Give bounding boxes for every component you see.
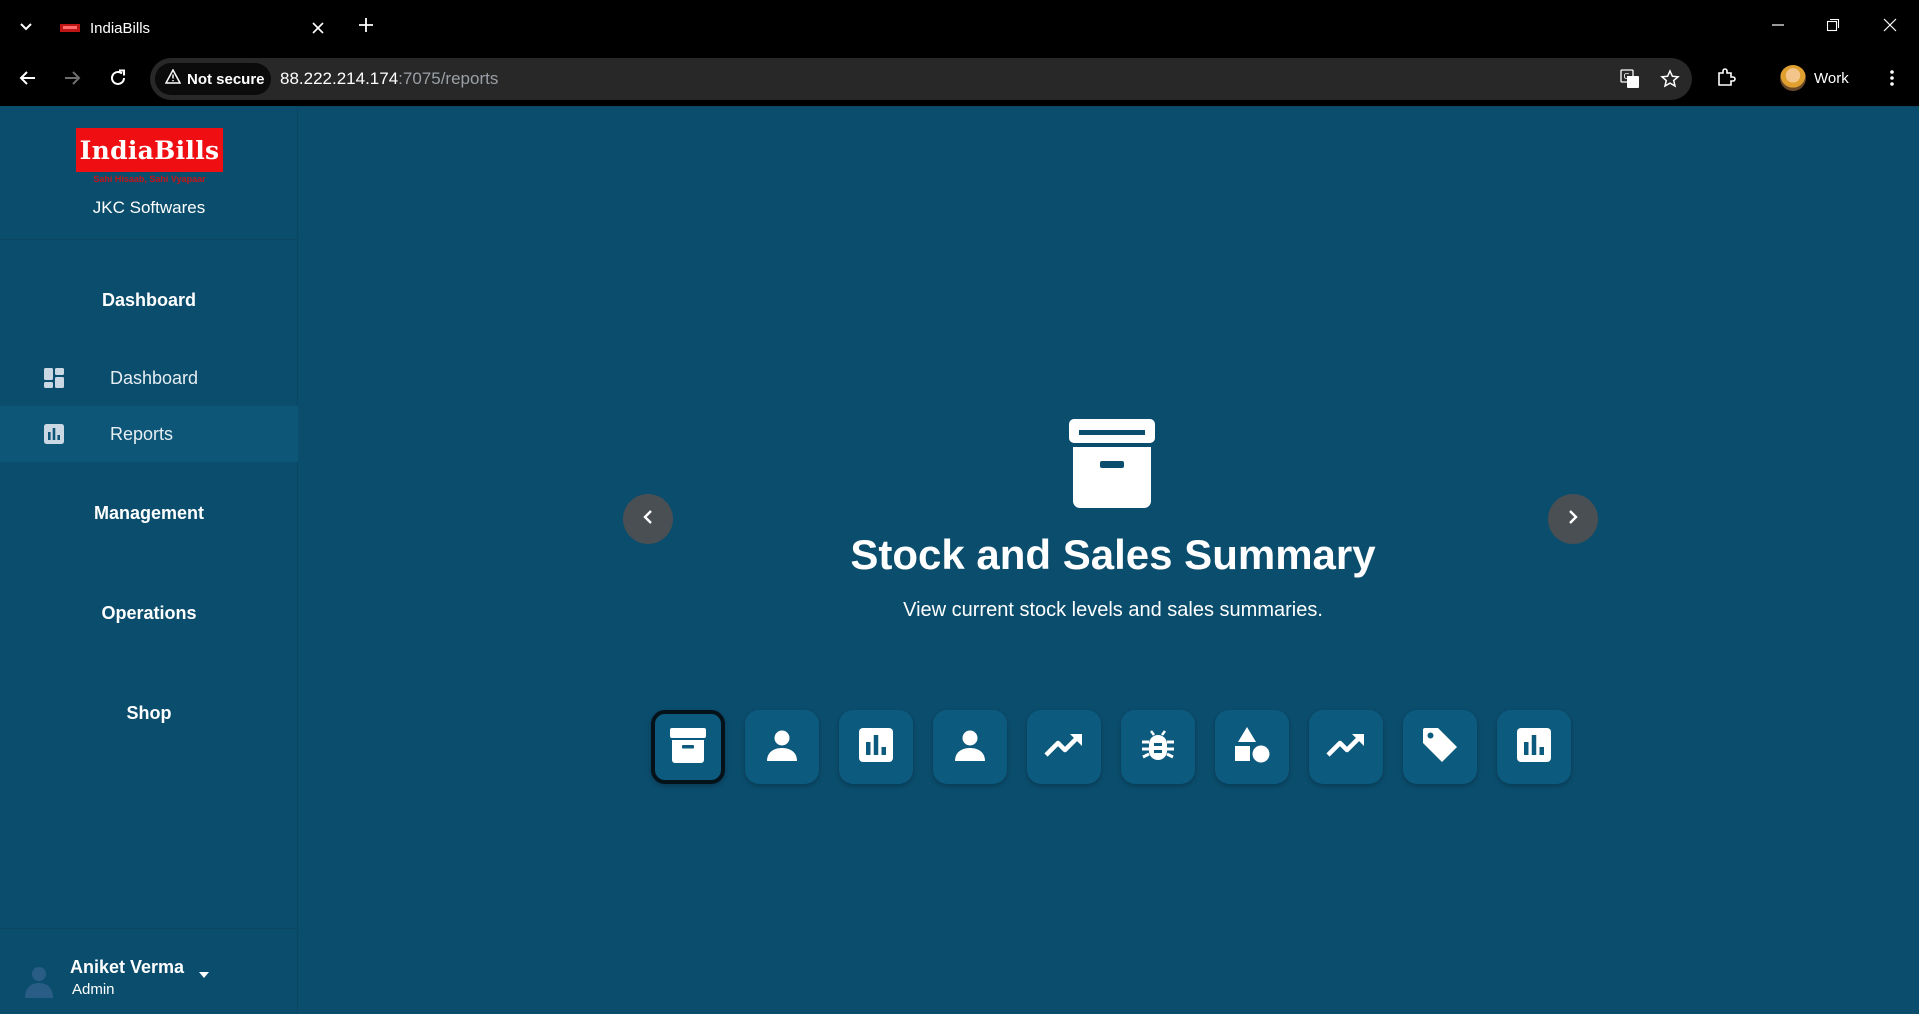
report-button-7[interactable]	[1215, 710, 1289, 784]
profile-avatar	[1780, 65, 1806, 91]
bar-chart-icon	[859, 727, 893, 767]
minimize-icon[interactable]	[1760, 10, 1796, 40]
star-icon[interactable]	[1658, 67, 1682, 91]
menu-icon[interactable]	[1880, 64, 1904, 92]
logo[interactable]: IndiaBills Sahi Hisaab, Sahi Vyapaar	[76, 128, 223, 184]
user-role: Admin	[72, 981, 115, 998]
trending-up-icon	[1326, 732, 1366, 763]
sidebar-item-dashboard[interactable]: Dashboard	[0, 350, 298, 406]
section-shop[interactable]: Shop	[0, 703, 298, 724]
sidebar-item-reports[interactable]: Reports	[0, 406, 298, 462]
plus-icon[interactable]	[354, 13, 378, 37]
bar-chart-icon	[42, 422, 66, 446]
tag-icon	[1421, 726, 1459, 769]
report-button-5[interactable]	[1027, 710, 1101, 784]
url-host: 88.222.214.174	[280, 69, 399, 88]
security-chip[interactable]: Not secure	[155, 63, 271, 95]
report-button-4[interactable]	[933, 710, 1007, 784]
close-icon[interactable]	[308, 18, 328, 38]
user-name: Aniket Verma	[70, 957, 185, 977]
sidebar-item-label: Dashboard	[110, 367, 199, 388]
avatar	[24, 963, 54, 999]
warning-icon	[164, 68, 182, 89]
url-text[interactable]: 88.222.214.174:7075/reports	[280, 69, 498, 89]
report-button-stock-sales[interactable]	[651, 710, 725, 784]
section-management[interactable]: Management	[0, 503, 298, 524]
report-button-9[interactable]	[1403, 710, 1477, 784]
section-dashboard[interactable]: Dashboard	[0, 290, 298, 311]
chevron-down-icon[interactable]	[196, 967, 212, 983]
reload-icon[interactable]	[104, 64, 132, 92]
close-window-icon[interactable]	[1872, 10, 1908, 40]
report-button-10[interactable]	[1497, 710, 1571, 784]
address-bar[interactable]: Not secure 88.222.214.174:7075/reports G	[150, 58, 1692, 100]
person-icon	[766, 729, 798, 766]
chevron-left-icon	[642, 509, 654, 530]
logo-text: IndiaBills	[79, 135, 220, 165]
profile-name: Work	[1814, 69, 1849, 87]
profile-button[interactable]: Work	[1780, 64, 1849, 92]
app: IndiaBills Sahi Hisaab, Sahi Vyapaar JKC…	[0, 106, 1919, 1014]
svg-text:G: G	[1624, 72, 1630, 81]
reports-main: Stock and Sales Summary View current sto…	[299, 106, 1919, 1014]
bug-icon	[1141, 728, 1175, 767]
trending-up-icon	[1044, 732, 1084, 763]
logo-tagline: Sahi Hisaab, Sahi Vyapaar	[93, 174, 206, 184]
user-profile[interactable]: Aniket Verma Admin	[0, 928, 298, 1014]
url-path: :7075/reports	[398, 69, 499, 88]
report-button-8[interactable]	[1309, 710, 1383, 784]
dashboard-icon	[42, 366, 66, 390]
browser-toolbar: Not secure 88.222.214.174:7075/reports G…	[0, 50, 1919, 106]
section-operations[interactable]: Operations	[0, 603, 298, 624]
chevron-right-icon	[1567, 509, 1579, 530]
sidebar-item-label: Reports	[110, 423, 174, 444]
tab-title: IndiaBills	[90, 19, 151, 37]
security-label: Not secure	[187, 70, 265, 88]
category-shapes-icon	[1234, 726, 1270, 768]
forward-icon[interactable]	[58, 64, 86, 92]
report-button-3[interactable]	[839, 710, 913, 784]
extensions-icon[interactable]	[1712, 64, 1740, 92]
sidebar: IndiaBills Sahi Hisaab, Sahi Vyapaar JKC…	[0, 106, 298, 1014]
company-name: JKC Softwares	[92, 198, 206, 217]
report-title: Stock and Sales Summary	[850, 531, 1376, 578]
brand-area: IndiaBills Sahi Hisaab, Sahi Vyapaar JKC…	[0, 106, 298, 240]
restore-icon[interactable]	[1815, 10, 1851, 40]
back-icon[interactable]	[14, 64, 42, 92]
browser-tab[interactable]: IndiaBills	[48, 6, 340, 50]
logo-box: IndiaBills	[76, 128, 223, 172]
bar-chart-icon	[1517, 727, 1551, 767]
browser-tab-bar: IndiaBills	[0, 0, 1919, 50]
archive-icon	[670, 727, 706, 768]
favicon-icon	[60, 23, 80, 33]
report-button-2[interactable]	[745, 710, 819, 784]
person-icon	[954, 729, 986, 766]
translate-icon[interactable]: G	[1618, 67, 1642, 91]
report-description: View current stock levels and sales summ…	[903, 599, 1323, 621]
archive-icon	[1069, 419, 1155, 509]
report-button-6[interactable]	[1121, 710, 1195, 784]
tab-list-icon[interactable]	[14, 14, 38, 38]
